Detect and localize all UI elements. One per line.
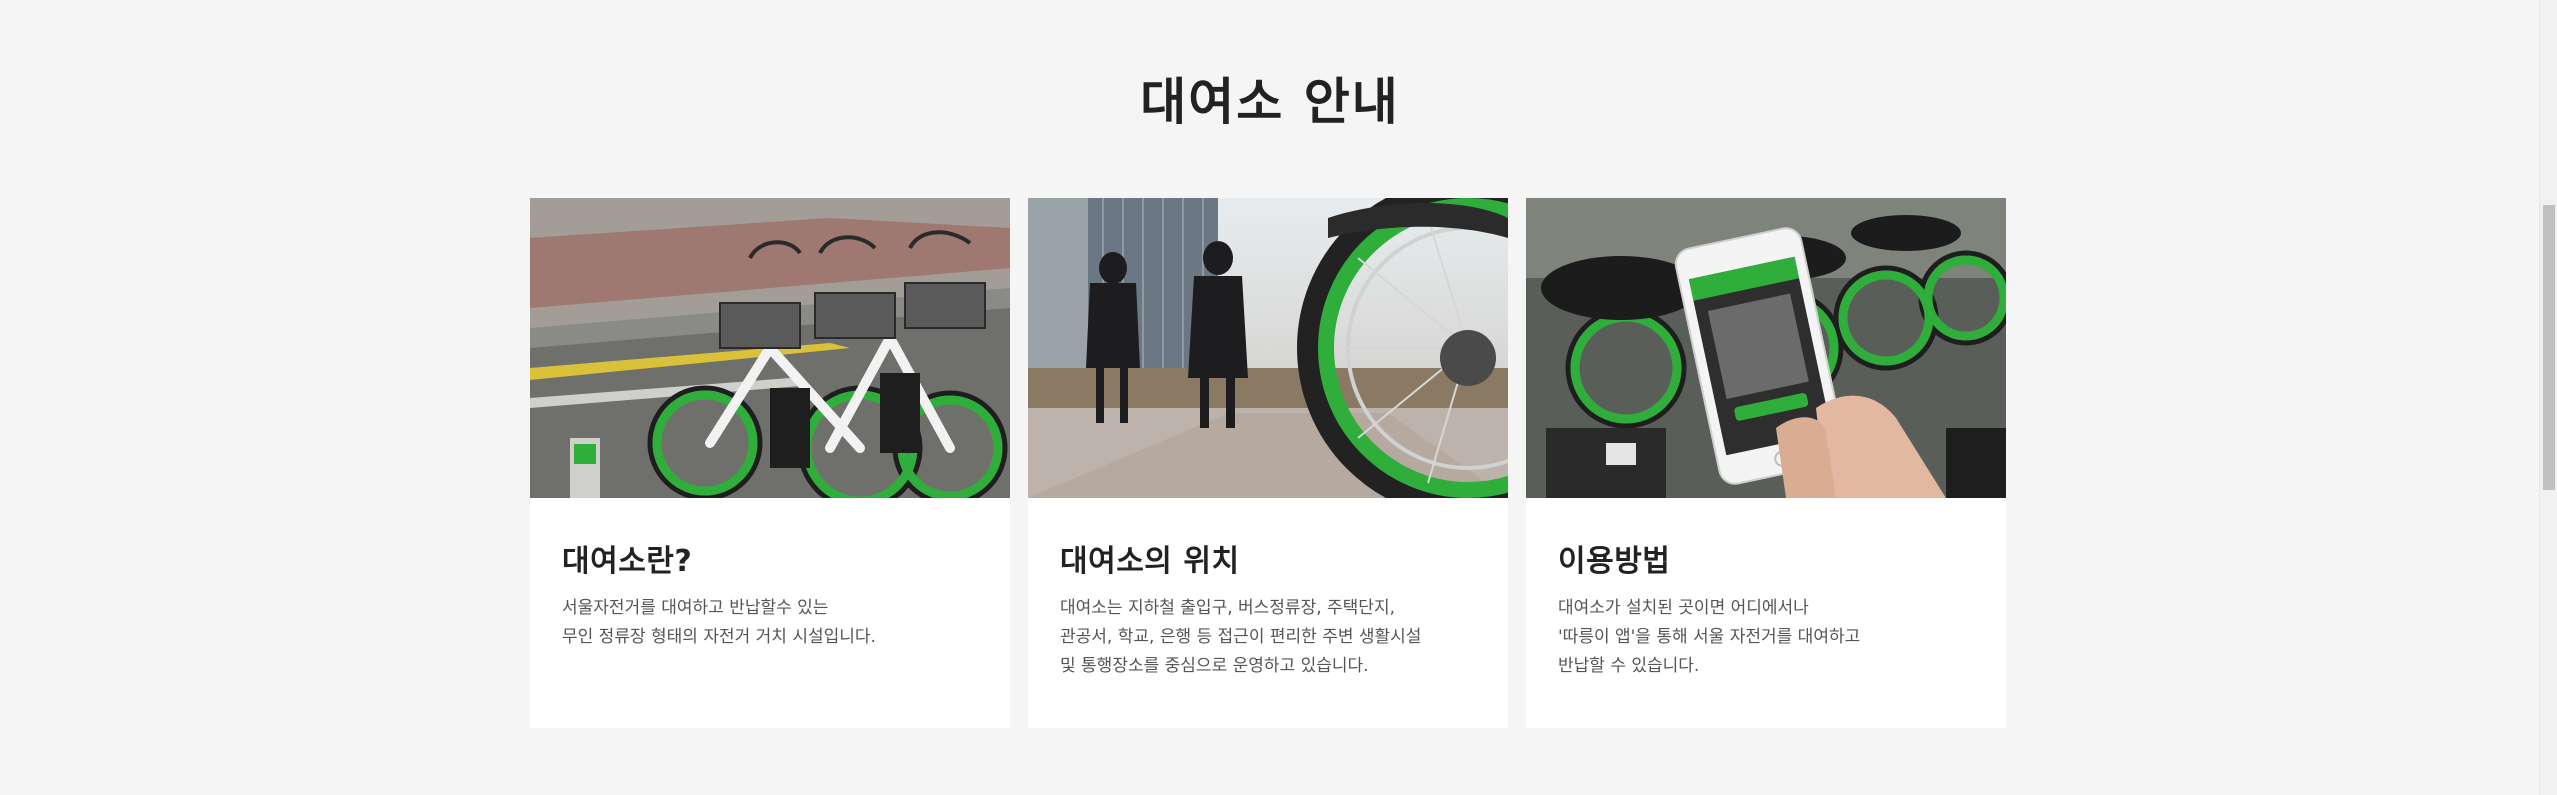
card-what-is-station: 대여소란? 서울자전거를 대여하고 반납할수 있는 무인 정류장 형태의 자전거… — [530, 198, 1010, 728]
scrollbar-thumb[interactable] — [2543, 205, 2555, 490]
vertical-scrollbar[interactable] — [2539, 0, 2557, 795]
card-description: 서울자전거를 대여하고 반납할수 있는 무인 정류장 형태의 자전거 거치 시설… — [562, 598, 876, 647]
section-title: 대여소 안내 — [1140, 73, 1400, 131]
card-how-to-use: 이용방법 대여소가 설치된 곳이면 어디에서나 '따릉이 앱'을 통해 서울 자… — [1526, 198, 2006, 728]
card-title: 대여소의 위치 — [1060, 544, 1240, 579]
card-station-location: 대여소의 위치 대여소는 지하철 출입구, 버스정류장, 주택단지, 관공서, … — [1028, 198, 1508, 728]
card-description: 대여소가 설치된 곳이면 어디에서나 '따릉이 앱'을 통해 서울 자전거를 대… — [1558, 598, 1861, 676]
card-description: 대여소는 지하철 출입구, 버스정류장, 주택단지, 관공서, 학교, 은행 등… — [1060, 598, 1422, 676]
card-body: 이용방법 대여소가 설치된 곳이면 어디에서나 '따릉이 앱'을 통해 서울 자… — [1526, 498, 2006, 681]
card-title: 대여소란? — [562, 544, 693, 579]
card-body: 대여소의 위치 대여소는 지하철 출입구, 버스정류장, 주택단지, 관공서, … — [1028, 498, 1508, 681]
people-walking-past-bikes-photo — [1028, 198, 1508, 498]
card-body: 대여소란? 서울자전거를 대여하고 반납할수 있는 무인 정류장 형태의 자전거… — [530, 498, 1010, 652]
phone-app-unlocking-bike-photo — [1526, 198, 2006, 498]
card-list: 대여소란? 서울자전거를 대여하고 반납할수 있는 무인 정류장 형태의 자전거… — [530, 198, 2006, 728]
card-title: 이용방법 — [1558, 544, 1671, 579]
page: 대여소 안내 대여소란? 서울자전거를 대여하고 반납할수 있는 무인 정류장 … — [0, 0, 2557, 795]
bikes-at-station-photo — [530, 198, 1010, 498]
